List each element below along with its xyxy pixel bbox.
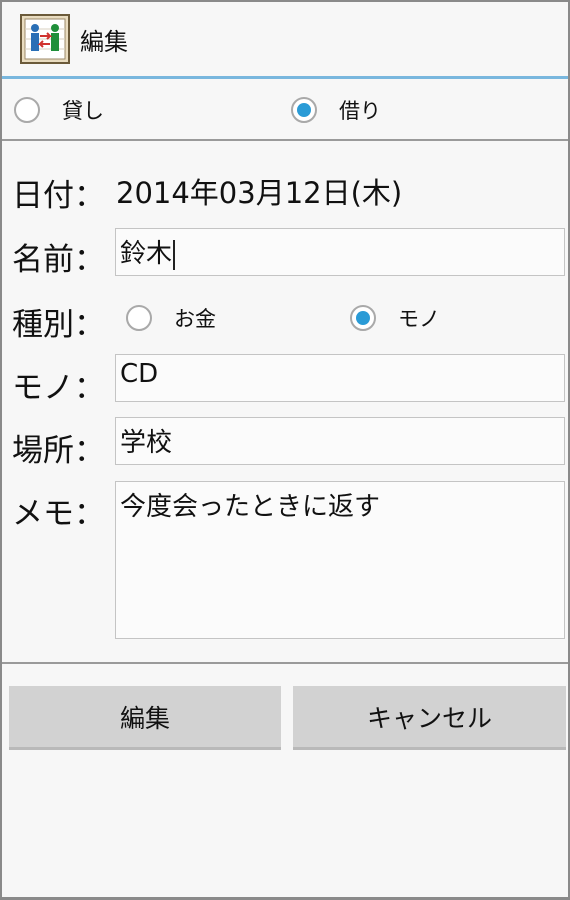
radio-money-label: お金 [174,307,216,331]
name-label: 名前： [12,242,105,278]
radio-borrow-circle[interactable] [291,97,317,123]
edit-button[interactable]: 編集 [9,686,281,750]
radio-lend-circle[interactable] [14,97,40,123]
radio-goods-label: モノ [398,307,440,331]
radio-goods-circle[interactable] [350,305,376,331]
item-input-value: CD [120,359,159,389]
text-cursor [173,239,176,270]
radio-lend[interactable]: 貸し [14,95,104,125]
cancel-button[interactable]: キャンセル [293,686,566,750]
place-label: 場所： [12,433,105,469]
date-value[interactable]: 2014年03月12日(木) [116,170,402,212]
section-divider-top [2,139,568,141]
name-input[interactable]: 鈴木 [115,228,565,276]
radio-lend-label: 貸し [62,99,104,123]
kind-label: 種別： [12,307,105,343]
section-divider-bottom [2,662,568,664]
action-bar: 編集 [2,2,568,76]
screen-frame: 編集 貸し 借り 日付： 2014年03月12日(木) 名前： 鈴木 種別： お… [0,0,570,900]
app-title: 編集 [80,27,128,56]
item-label: モノ： [12,370,105,406]
memo-textarea[interactable]: 今度会ったときに返す [115,481,565,639]
app-icon[interactable] [20,14,70,64]
memo-textarea-value: 今度会ったときに返す [120,492,381,522]
item-input[interactable]: CD [115,354,565,402]
place-input-value: 学校 [120,428,173,458]
radio-money[interactable]: お金 [126,303,216,333]
kind-radio-group: お金 モノ [126,299,566,335]
radio-goods[interactable]: モノ [350,303,440,333]
action-bar-divider [2,76,568,79]
radio-borrow[interactable]: 借り [291,95,381,125]
radio-money-circle[interactable] [126,305,152,331]
date-label: 日付： [12,178,105,214]
radio-borrow-label: 借り [339,99,381,123]
place-input[interactable]: 学校 [115,417,565,465]
name-input-value: 鈴木 [120,239,173,269]
lend-type-radio-group: 貸し 借り [2,80,568,140]
memo-label: メモ： [12,496,105,532]
